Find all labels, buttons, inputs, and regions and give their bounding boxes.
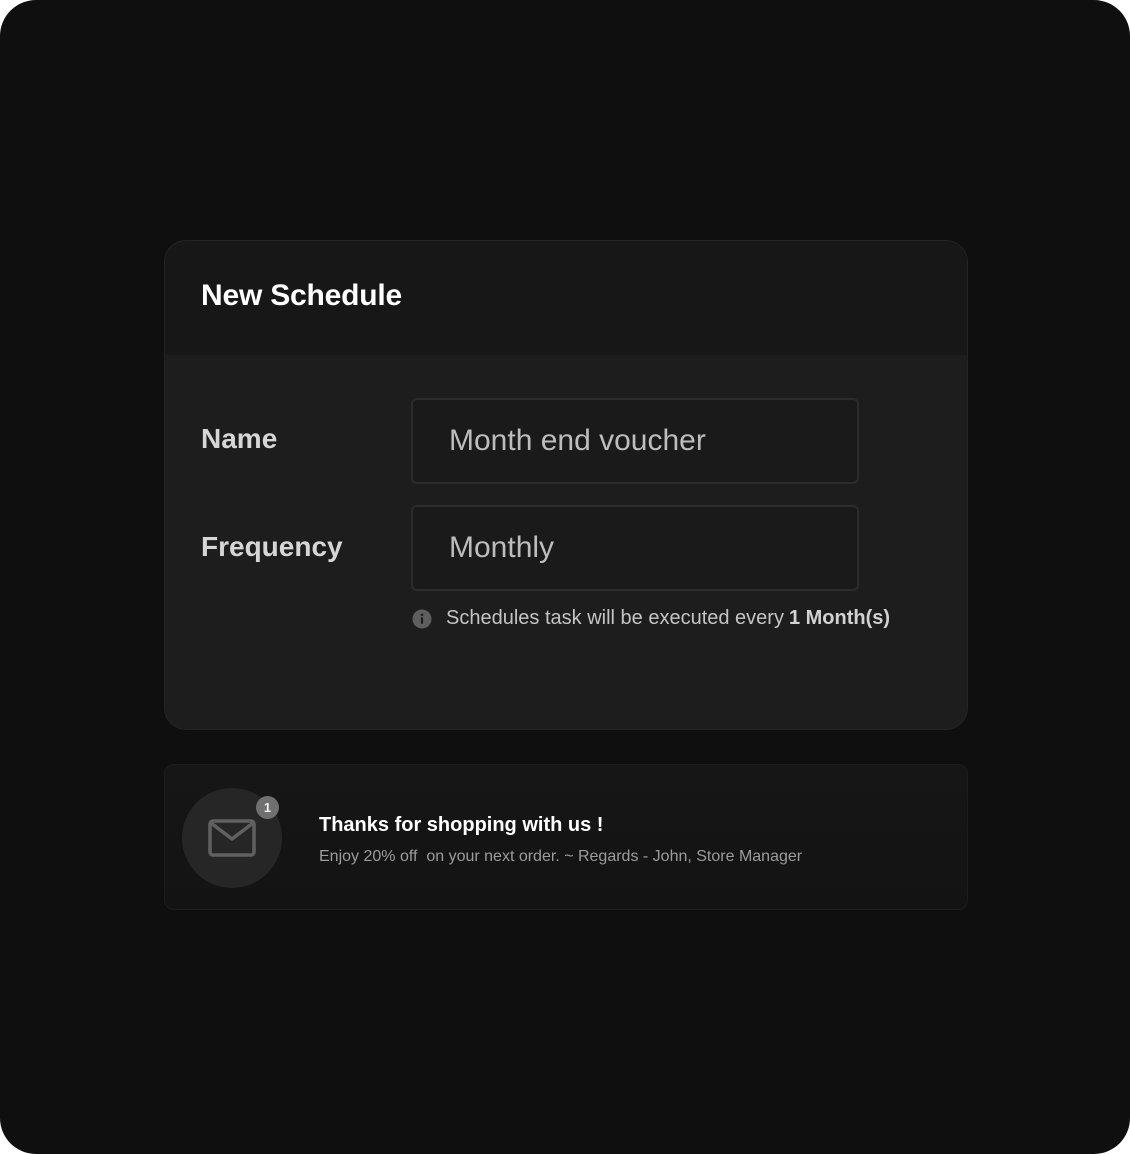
name-label: Name xyxy=(201,423,278,454)
mail-icon xyxy=(208,819,256,857)
notification-count-badge: 1 xyxy=(256,796,279,819)
hint-text: Schedules task will be executed every xyxy=(446,607,784,629)
name-input[interactable]: Month end voucher xyxy=(411,398,859,484)
frequency-label: Frequency xyxy=(201,531,343,562)
frequency-select[interactable]: Monthly xyxy=(411,505,859,591)
info-icon xyxy=(412,609,432,628)
frequency-select-value: Monthly xyxy=(449,531,555,564)
new-schedule-card: New Schedule Name Month end voucher Freq… xyxy=(164,240,968,730)
notification-title: Thanks for shopping with us ! xyxy=(319,814,604,836)
hint-emphasis: 1 Month(s) xyxy=(788,607,891,629)
app-frame: New Schedule Name Month end voucher Freq… xyxy=(0,0,1130,1154)
card-header: New Schedule xyxy=(165,241,967,356)
frequency-hint: Schedules task will be executed every 1 … xyxy=(412,607,890,630)
name-input-value: Month end voucher xyxy=(449,424,706,457)
notification-message: Enjoy 20% off on your next order. ~ Rega… xyxy=(319,848,803,865)
page-title: New Schedule xyxy=(201,279,402,312)
notification-card[interactable]: 1 Thanks for shopping with us ! Enjoy 20… xyxy=(164,764,968,910)
